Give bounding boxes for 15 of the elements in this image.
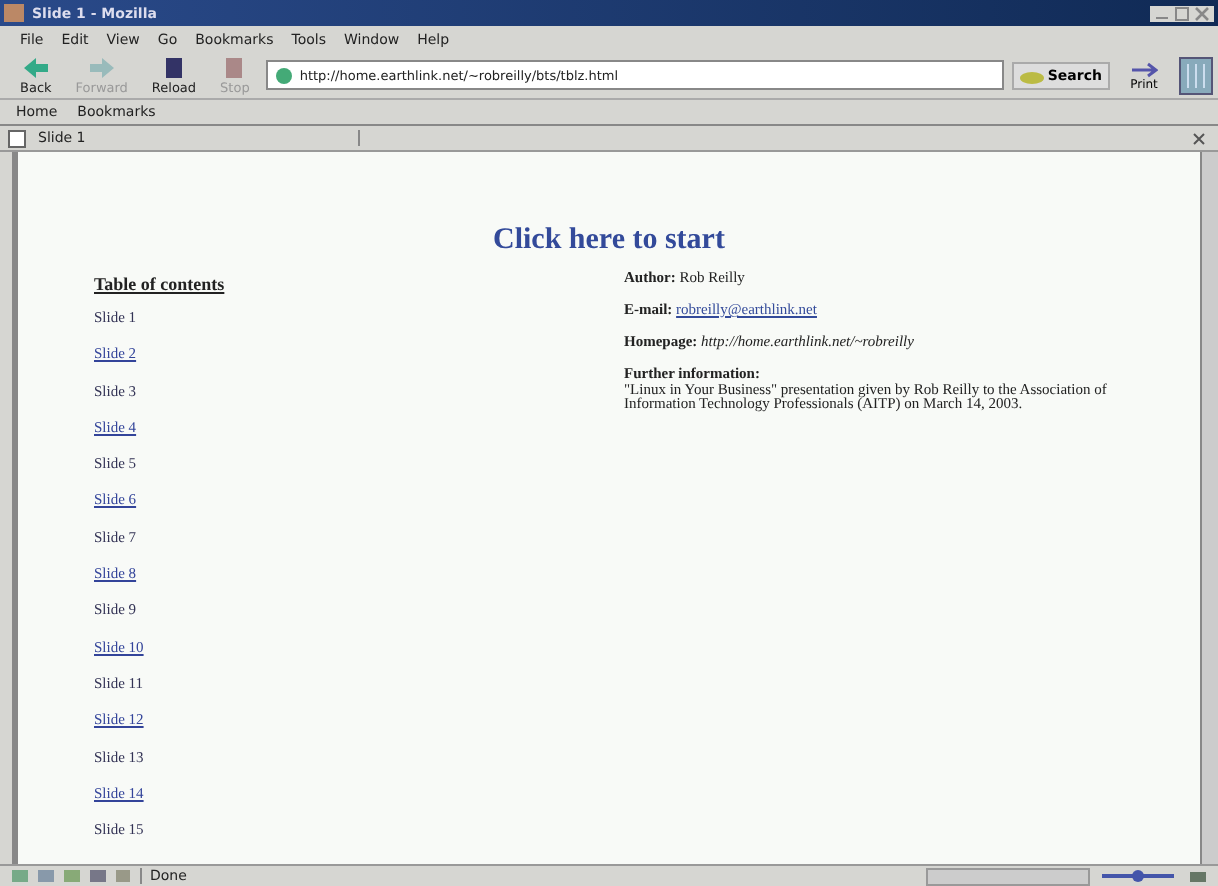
print-icon [1130,59,1158,77]
app-icon [4,4,24,22]
close-tab-icon[interactable] [1192,131,1206,145]
start-link[interactable]: Click here to start [18,224,1200,258]
security-icon [1186,868,1210,884]
new-tab-icon[interactable] [8,129,26,147]
arrow-icon [21,55,50,79]
scrollbar[interactable] [1200,152,1218,864]
toc-heading: Table of contents [94,274,225,294]
maximize-icon[interactable] [1174,5,1190,21]
connection-icon [1098,868,1178,884]
close-icon[interactable] [1194,5,1210,21]
site-icon [273,65,294,85]
throbber-icon[interactable] [1178,55,1214,95]
arrow-icon [87,55,116,79]
